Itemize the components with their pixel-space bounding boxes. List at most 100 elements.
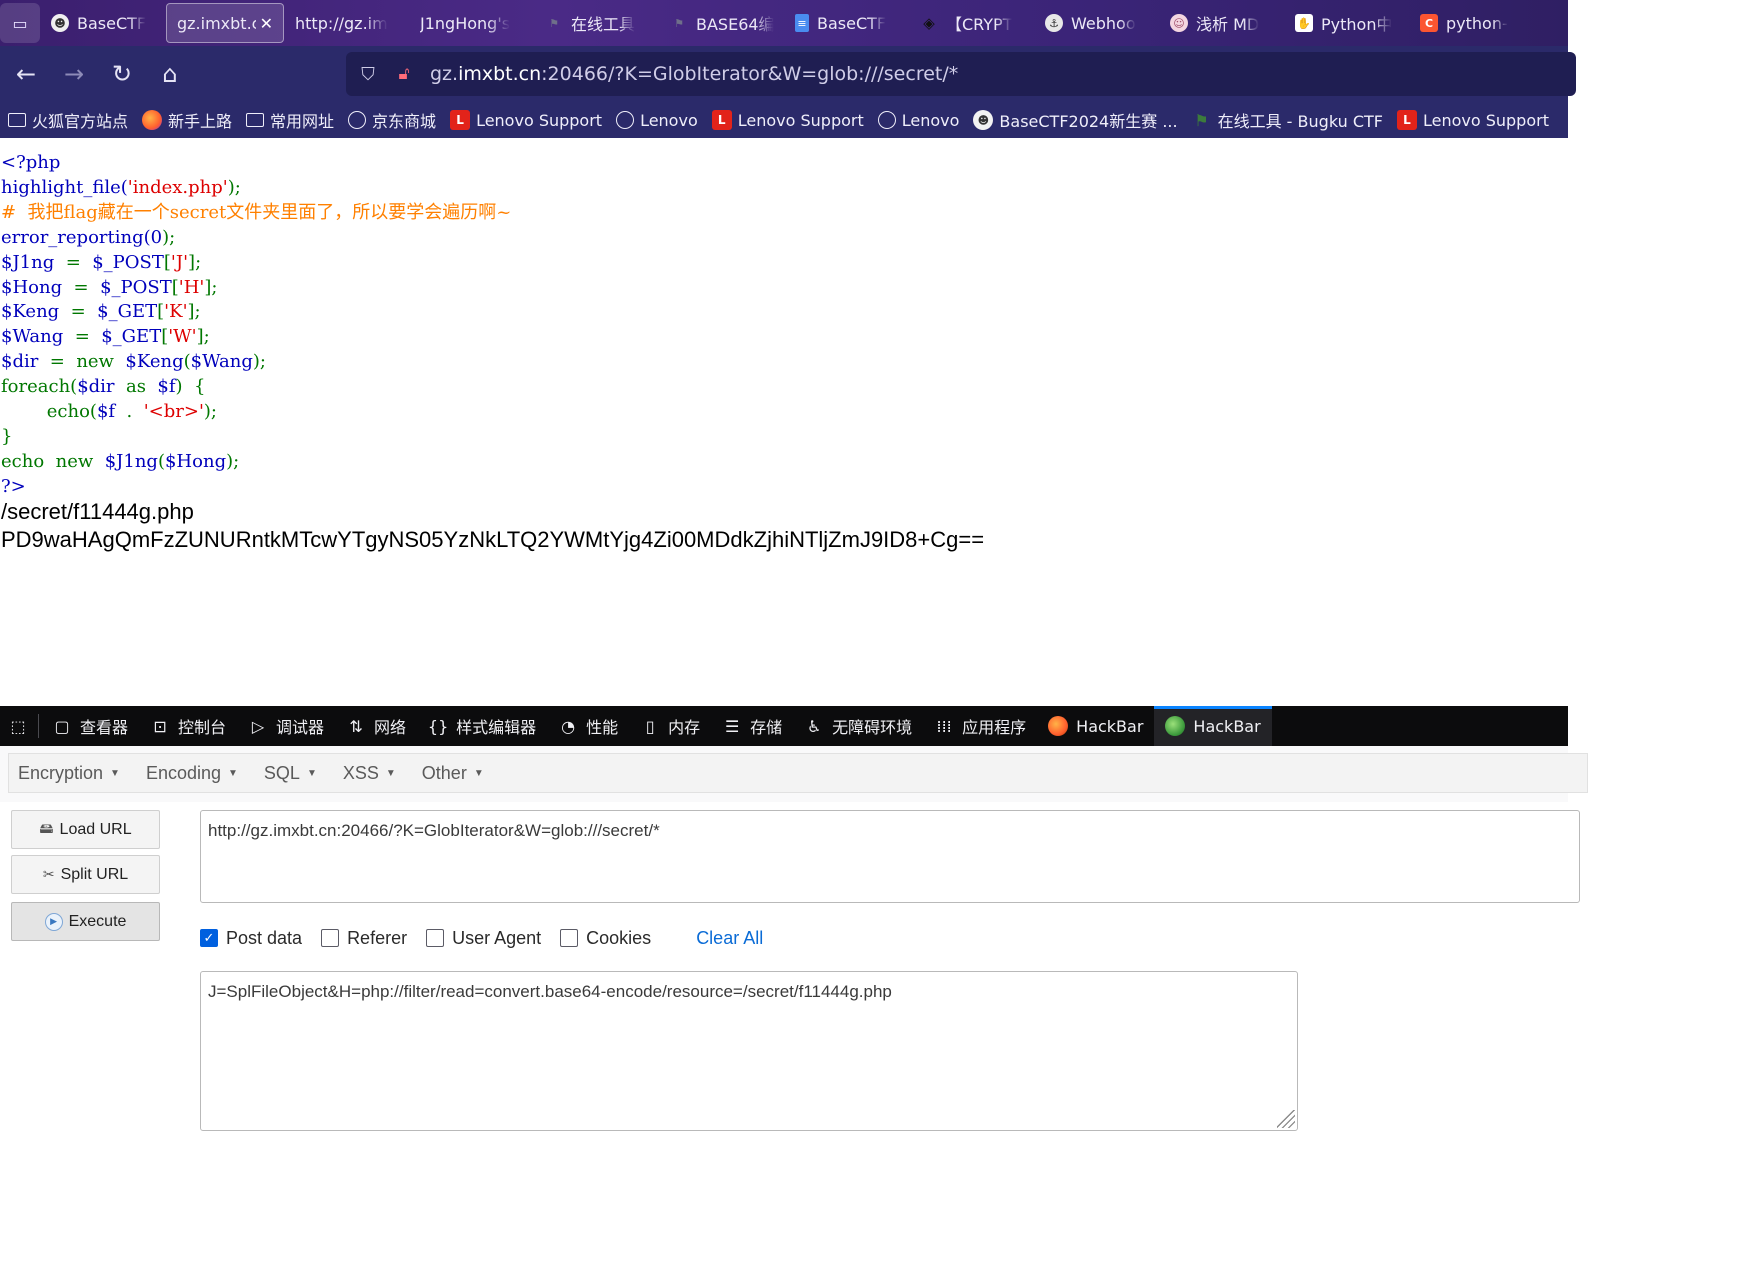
bookmark-item[interactable]: L Lenovo Support: [711, 110, 864, 130]
bookmark-item[interactable]: L Lenovo Support: [450, 110, 602, 130]
tab-2[interactable]: http://gz.im: [285, 3, 409, 43]
network-icon: ⇅: [349, 716, 363, 736]
console-icon: ⊡: [153, 716, 167, 736]
hackbar-green-icon: [1165, 716, 1186, 736]
bookmarks-toolbar: 火狐官方站点 新手上路 常用网址 京东商城 L Lenovo Support Le…: [0, 102, 1568, 138]
tab-memory[interactable]: ▯ 内存: [629, 706, 711, 746]
post-data-checkbox[interactable]: ✓: [200, 929, 218, 947]
tab-5[interactable]: ⚑ BASE64编: [660, 3, 784, 43]
tab-title: python-: [1446, 13, 1508, 33]
bookmark-item[interactable]: 新手上路: [142, 108, 232, 132]
tab-accessibility[interactable]: ♿︎ 无障碍环境: [793, 706, 923, 746]
tab-0[interactable]: ☻ BaseCTF: [41, 3, 165, 43]
tab-console[interactable]: ⊡ 控制台: [139, 706, 237, 746]
bookmark-item[interactable]: L Lenovo Support: [1396, 110, 1549, 130]
style-editor-icon: {}: [427, 716, 449, 736]
menu-encoding[interactable]: Encoding ▼: [146, 763, 238, 784]
tab-title: 浅析 MD: [1196, 15, 1260, 34]
tab-hackbar[interactable]: HackBar: [1154, 706, 1272, 746]
cookies-option[interactable]: Cookies: [560, 928, 651, 949]
arrow-left-icon: ←: [15, 60, 37, 88]
hackbar-panel: 🖴︎ Load URL ✂ Split URL ▶ Execute http://gz…: [0, 802, 1580, 1131]
bookmark-item[interactable]: ☻ BaseCTF2024新生赛 ...: [973, 108, 1178, 132]
tab-performance[interactable]: ◔ 性能: [547, 706, 629, 746]
scissors-icon: ✂: [42, 866, 55, 882]
tab-application[interactable]: ⁞⁞⁞ 应用程序: [923, 706, 1037, 746]
post-data-value: J=SplFileObject&H=php://filter/read=conv…: [208, 982, 892, 1001]
tracking-protection-shield-icon[interactable]: ⛉: [356, 64, 380, 85]
load-url-icon: 🖴︎: [39, 819, 54, 836]
tab-6[interactable]: ≡ BaseCTF: [785, 3, 909, 43]
avatar-icon: ☺: [1170, 14, 1188, 32]
home-icon: ⌂: [162, 60, 178, 88]
load-url-button[interactable]: 🖴︎ Load URL: [11, 810, 160, 849]
clear-all-link[interactable]: Clear All: [696, 928, 763, 949]
referer-option[interactable]: Referer: [321, 928, 407, 949]
tab-4[interactable]: ⚑ 在线工具: [535, 3, 659, 43]
basectf-icon: ☻: [973, 110, 994, 130]
flag-icon: ⚑: [1194, 110, 1209, 130]
tab-list-button[interactable]: ▭: [0, 3, 40, 43]
caret-down-icon: ▼: [473, 767, 484, 779]
resize-handle-icon[interactable]: [1277, 1110, 1295, 1128]
cookies-checkbox[interactable]: [560, 929, 579, 947]
close-tab-icon[interactable]: ✕: [260, 14, 273, 33]
url-textarea[interactable]: http://gz.imxbt.cn:20466/?K=GlobIterator…: [200, 810, 1580, 903]
hackbar-menubar: Encryption ▼ Encoding ▼ SQL ▼ XSS ▼ Other ▼: [0, 746, 1588, 802]
storage-icon: ☰: [724, 716, 740, 736]
menu-xss[interactable]: XSS ▼: [343, 763, 396, 784]
tab-title: gz.imxbt.c: [177, 13, 256, 33]
tab-style-editor[interactable]: {} 样式编辑器: [417, 706, 547, 746]
tab-debugger[interactable]: ▷ 调试器: [237, 706, 335, 746]
address-bar[interactable]: ⛉ 🔓︎ gz.imxbt.cn:20466/?K=GlobIterator&W…: [346, 52, 1576, 96]
tab-hackbar-legacy[interactable]: HackBar: [1037, 706, 1154, 746]
bookmark-item[interactable]: Lenovo: [877, 111, 959, 130]
bookmark-item[interactable]: 京东商城: [348, 108, 436, 132]
debugger-icon: ▷: [251, 716, 265, 736]
tab-9[interactable]: ☺ 浅析 MD: [1160, 3, 1284, 43]
tab-storage[interactable]: ☰ 存储: [711, 706, 793, 746]
menu-sql[interactable]: SQL ▼: [264, 763, 317, 784]
tab-title: Python中: [1321, 15, 1393, 34]
tab-8[interactable]: ⚓ Webhoo: [1035, 3, 1159, 43]
webhook-icon: ⚓: [1045, 14, 1063, 32]
tab-title: BASE64编: [696, 15, 774, 34]
caret-down-icon: ▼: [306, 767, 317, 779]
bookmark-folder[interactable]: 火狐官方站点: [8, 108, 128, 132]
menu-other[interactable]: Other ▼: [422, 763, 484, 784]
user-agent-checkbox[interactable]: [426, 929, 445, 947]
navigation-toolbar: ← → ↻ ⌂ ⛉ 🔓︎ gz.imxbt.cn:20466/?K=GlobIt…: [0, 46, 1576, 102]
bookmark-item[interactable]: Lenovo: [616, 111, 698, 130]
flag-icon: ⚑: [674, 16, 684, 30]
tab-10[interactable]: ✋ Python中: [1285, 3, 1409, 43]
bookmark-item[interactable]: ⚑ 在线工具 - Bugku CTF: [1192, 108, 1383, 132]
memory-icon: ▯: [645, 716, 655, 736]
post-data-textarea[interactable]: J=SplFileObject&H=php://filter/read=conv…: [200, 971, 1298, 1131]
menu-encryption[interactable]: Encryption ▼: [18, 763, 120, 784]
bookmark-folder[interactable]: 常用网址: [246, 108, 334, 132]
flag-icon: ⚑: [549, 16, 559, 30]
tab-network[interactable]: ⇅ 网络: [335, 706, 417, 746]
tab-3[interactable]: J1ngHong's: [410, 3, 534, 43]
tab-1-active[interactable]: gz.imxbt.c ✕: [166, 3, 284, 43]
address-bar-url[interactable]: gz.imxbt.cn:20466/?K=GlobIterator&W=glob…: [430, 63, 958, 85]
tab-title: BaseCTF: [77, 13, 147, 33]
accessibility-icon: ♿︎: [806, 716, 822, 736]
tab-7[interactable]: ◈ 【CRYPT: [910, 3, 1034, 43]
user-agent-option[interactable]: User Agent: [426, 928, 541, 949]
reload-button[interactable]: ↻: [100, 52, 144, 96]
execute-button[interactable]: ▶ Execute: [11, 902, 160, 941]
element-picker-icon: ⬚: [10, 716, 26, 736]
referer-checkbox[interactable]: [321, 929, 340, 947]
devtools-toolbar: ⬚ ▢ 查看器 ⊡ 控制台 ▷ 调试器 ⇅ 网络 {} 样式编辑器 ◔ 性能 ▯ 内存 ☰ 存储…: [0, 706, 1568, 746]
performance-icon: ◔: [561, 716, 576, 736]
forward-button[interactable]: →: [52, 52, 96, 96]
home-button[interactable]: ⌂: [148, 52, 192, 96]
insecure-lock-icon[interactable]: 🔓︎: [392, 64, 416, 84]
tab-inspector[interactable]: ▢ 查看器: [41, 706, 139, 746]
split-url-button[interactable]: ✂ Split URL: [11, 855, 160, 894]
back-button[interactable]: ←: [4, 52, 48, 96]
tab-11[interactable]: C python-: [1410, 3, 1534, 43]
post-data-option[interactable]: ✓ Post data: [200, 928, 302, 949]
element-picker-button[interactable]: ⬚: [0, 706, 36, 746]
